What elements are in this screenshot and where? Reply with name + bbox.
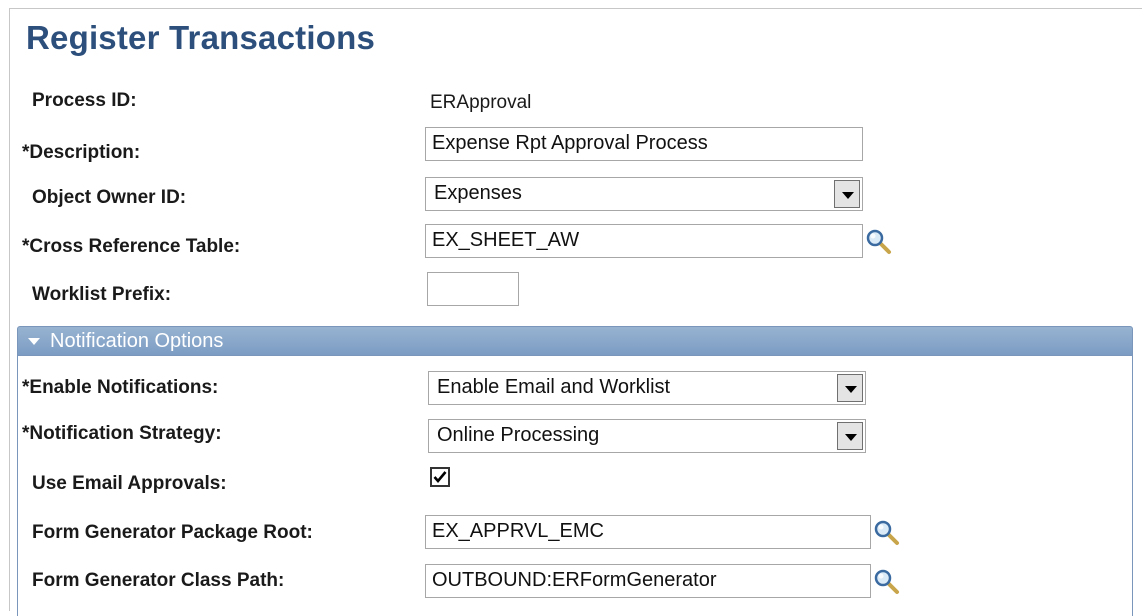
notification-options-title: Notification Options bbox=[50, 330, 224, 352]
chevron-down-icon[interactable] bbox=[834, 180, 860, 208]
cross-reference-table-label: *Cross Reference Table: bbox=[22, 236, 241, 257]
form-generator-class-path-label: Form Generator Class Path: bbox=[32, 570, 285, 591]
description-field[interactable]: Expense Rpt Approval Process bbox=[425, 127, 863, 161]
chevron-down-icon[interactable] bbox=[837, 374, 863, 402]
object-owner-id-label: Object Owner ID: bbox=[32, 187, 187, 208]
worklist-prefix-field[interactable] bbox=[427, 272, 519, 306]
magnifier-lookup-icon[interactable] bbox=[866, 229, 892, 255]
notification-options-header[interactable]: Notification Options bbox=[17, 326, 1133, 356]
use-email-approvals-checkbox[interactable] bbox=[430, 467, 450, 487]
description-label: *Description: bbox=[22, 142, 141, 163]
worklist-prefix-label: Worklist Prefix: bbox=[32, 284, 172, 305]
enable-notifications-value: Enable Email and Worklist bbox=[437, 376, 671, 398]
notification-strategy-value: Online Processing bbox=[437, 424, 600, 446]
process-id-label: Process ID: bbox=[32, 90, 137, 111]
chevron-down-icon[interactable] bbox=[837, 422, 863, 450]
object-owner-id-select[interactable]: Expenses bbox=[425, 177, 863, 211]
form-generator-package-root-field[interactable]: EX_APPRVL_EMC bbox=[425, 515, 871, 549]
page-title: Register Transactions bbox=[26, 19, 375, 56]
magnifier-lookup-icon[interactable] bbox=[874, 569, 900, 595]
form-generator-package-root-label: Form Generator Package Root: bbox=[32, 522, 313, 543]
enable-notifications-select[interactable]: Enable Email and Worklist bbox=[428, 371, 866, 405]
cross-reference-table-field[interactable]: EX_SHEET_AW bbox=[425, 224, 863, 258]
form-generator-class-path-field[interactable]: OUTBOUND:ERFormGenerator bbox=[425, 564, 871, 598]
notification-strategy-label: *Notification Strategy: bbox=[22, 423, 222, 444]
checkmark-icon bbox=[433, 471, 447, 484]
magnifier-lookup-icon[interactable] bbox=[874, 520, 900, 546]
notification-strategy-select[interactable]: Online Processing bbox=[428, 419, 866, 453]
process-id-value: ERApproval bbox=[430, 92, 532, 113]
enable-notifications-label: *Enable Notifications: bbox=[22, 377, 219, 398]
use-email-approvals-label: Use Email Approvals: bbox=[32, 473, 227, 494]
triangle-down-icon[interactable] bbox=[28, 338, 40, 345]
object-owner-id-value: Expenses bbox=[434, 182, 522, 204]
